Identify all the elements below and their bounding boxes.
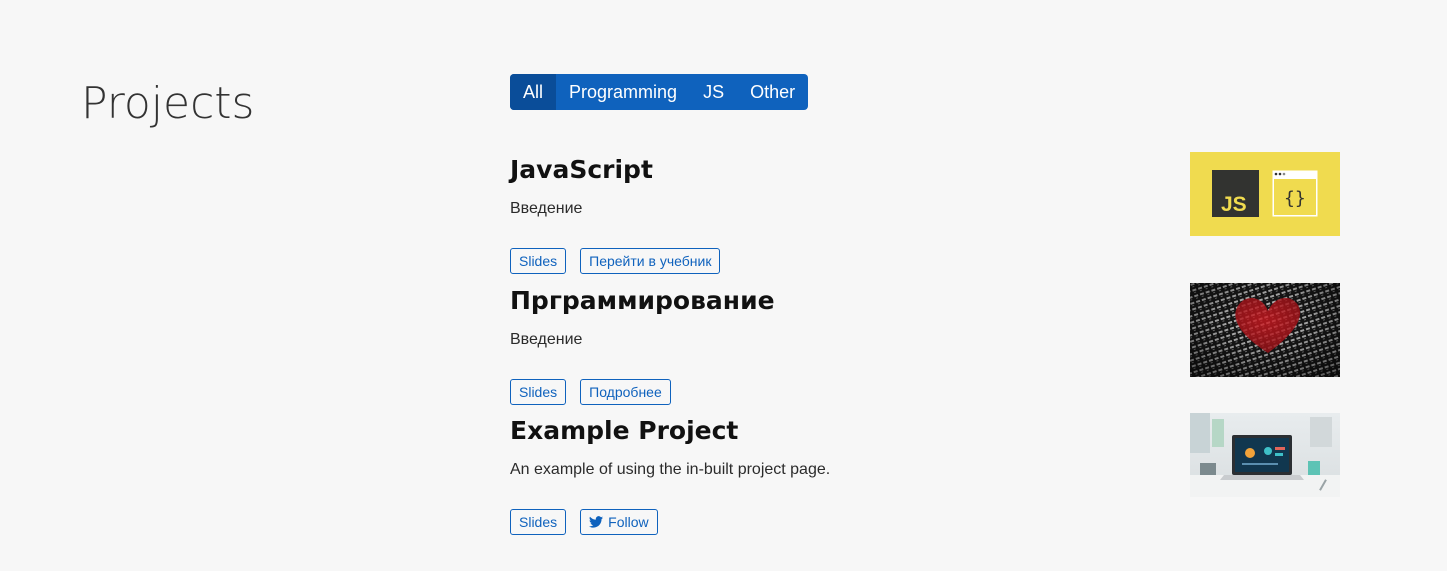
project-card-programming: Прграммирование Введение Slides Подробне…	[510, 283, 1340, 413]
slides-button[interactable]: Slides	[510, 379, 567, 405]
slides-button[interactable]: Slides	[510, 248, 567, 274]
follow-button[interactable]: Follow	[580, 509, 658, 535]
svg-text:{}: {}	[1284, 188, 1306, 209]
project-card-example: Example Project An example of using the …	[510, 413, 1340, 543]
project-summary: Введение	[510, 200, 583, 217]
filter-programming-button[interactable]: Programming	[556, 74, 690, 110]
follow-label: Follow	[608, 514, 649, 530]
project-title[interactable]: JavaScript	[510, 152, 653, 188]
project-links: Slides Follow	[510, 509, 658, 535]
tutorial-link-button[interactable]: Перейти в учебник	[580, 248, 721, 274]
project-card-javascript: JavaScript Введение Slides Перейти в уче…	[510, 152, 1340, 282]
filter-other-button[interactable]: Other	[737, 74, 808, 110]
project-links: Slides Подробнее	[510, 379, 671, 405]
project-links: Slides Перейти в учебник	[510, 248, 721, 274]
project-title[interactable]: Example Project	[510, 413, 738, 449]
project-summary: An example of using the in-built project…	[510, 461, 831, 478]
laptop-desk-thumbnail[interactable]	[1190, 413, 1340, 497]
project-filter-bar: All Programming JS Other	[510, 74, 809, 110]
javascript-thumbnail[interactable]: JS {}	[1190, 152, 1340, 236]
project-summary: Введение	[510, 331, 583, 348]
section-title: Projects	[81, 78, 255, 129]
slides-button[interactable]: Slides	[510, 509, 567, 535]
project-title[interactable]: Прграммирование	[510, 283, 775, 319]
svg-text:JS: JS	[1221, 193, 1247, 216]
filter-all-button[interactable]: All	[510, 74, 557, 110]
binary-heart-thumbnail[interactable]	[1190, 283, 1340, 377]
twitter-icon	[589, 516, 604, 528]
details-link-button[interactable]: Подробнее	[580, 379, 671, 405]
filter-js-button[interactable]: JS	[690, 74, 737, 110]
